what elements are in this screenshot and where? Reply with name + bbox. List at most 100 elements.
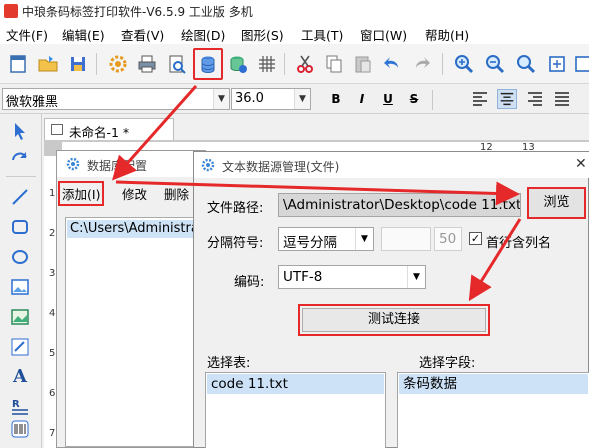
db-button-row: 添加(I) 修改 删除 — [57, 181, 205, 206]
select-field-label: 选择字段: — [419, 356, 476, 371]
print-icon[interactable] — [135, 52, 159, 76]
italic-button[interactable]: I — [352, 89, 372, 109]
ruler-label: 2 — [49, 228, 56, 239]
ruler-label: 6 — [49, 388, 56, 399]
window-tile-icon[interactable] — [572, 52, 589, 76]
rectangle-tool-icon[interactable] — [9, 216, 31, 238]
encoding-label: 编码: — [234, 275, 265, 290]
ruler-label: 4 — [49, 308, 56, 319]
grid-icon[interactable] — [255, 52, 279, 76]
dialog-header: 文本数据源管理(文件) ✕ — [194, 152, 589, 178]
menu-view[interactable]: 查看(V) — [121, 25, 164, 44]
redo-icon[interactable] — [410, 52, 434, 76]
delete-button[interactable]: 删除 — [164, 184, 189, 203]
font-size-select[interactable]: 36.0 ▼ — [231, 88, 311, 110]
strikethrough-button[interactable]: S — [404, 89, 424, 109]
ruler-label: 1 — [49, 188, 56, 199]
fullscreen-icon[interactable] — [545, 52, 569, 76]
app-window: 中琅条码标签打印软件-V6.5.9 工业版 多机 文件(F) 编辑(E) 查看(… — [0, 0, 589, 448]
zoom-out-icon[interactable] — [483, 52, 507, 76]
select-table-label: 选择表: — [207, 356, 251, 371]
barcode-tool-icon[interactable] — [9, 418, 31, 440]
font-family-value: 微软雅黑 — [6, 95, 59, 110]
document-icon — [51, 124, 63, 135]
menu-draw[interactable]: 绘图(D) — [181, 25, 225, 44]
ruler-label: 3 — [49, 268, 56, 279]
column-count-value: 50 — [439, 231, 457, 247]
select-pointer-icon[interactable] — [9, 120, 31, 142]
cut-icon[interactable] — [293, 52, 317, 76]
save-icon[interactable] — [66, 52, 90, 76]
list-item[interactable]: 条码数据 — [399, 374, 588, 394]
paste-icon[interactable] — [351, 52, 375, 76]
app-logo-icon — [4, 4, 18, 18]
align-right-icon[interactable] — [525, 89, 545, 109]
menu-edit[interactable]: 编辑(E) — [62, 25, 105, 44]
left-toolbox: A R — [0, 114, 42, 448]
test-connection-button[interactable]: 测试连接 — [302, 308, 486, 332]
column-count-input[interactable]: 50 — [434, 227, 462, 251]
gear-icon — [65, 156, 81, 172]
table-list[interactable]: code 11.txt — [205, 372, 386, 448]
encoding-select[interactable]: UTF-8 ▼ — [278, 265, 426, 289]
separator-select[interactable]: 逗号分隔 ▼ — [278, 227, 374, 251]
barcode-edit-icon[interactable] — [9, 336, 31, 358]
browse-button[interactable]: 浏览 — [527, 187, 586, 219]
first-row-header-label: 首行含列名 — [486, 236, 552, 251]
window-title: 中琅条码标签打印软件-V6.5.9 工业版 多机 — [22, 5, 253, 19]
image-tool-icon[interactable] — [9, 276, 31, 298]
underline-button[interactable]: U — [378, 89, 398, 109]
text-tool-icon[interactable]: A — [9, 366, 31, 388]
gear-icon — [200, 157, 216, 173]
rich-text-tool-icon[interactable]: R — [9, 396, 31, 418]
zoom-fit-icon[interactable] — [514, 52, 538, 76]
database-connect-icon[interactable] — [226, 52, 250, 76]
new-icon[interactable] — [6, 52, 30, 76]
menu-tools[interactable]: 工具(T) — [301, 25, 343, 44]
separator-value: 逗号分隔 — [283, 235, 337, 251]
ruler-label: 5 — [49, 348, 56, 359]
list-item[interactable]: code 11.txt — [207, 374, 384, 394]
dialog-header: 数据库配置 — [57, 151, 205, 177]
tab-document[interactable]: 未命名-1 * — [44, 118, 174, 140]
file-path-field[interactable]: \Administrator\Desktop\code 11.txt — [278, 193, 521, 217]
undo-icon[interactable] — [380, 52, 404, 76]
add-button[interactable]: 添加(I) — [58, 181, 105, 206]
text-datasource-dialog: 文本数据源管理(文件) ✕ 文件路径: \Administrator\Deskt… — [193, 151, 589, 448]
file-path-label: 文件路径: — [207, 201, 264, 216]
ellipse-tool-icon[interactable] — [9, 246, 31, 268]
line-tool-icon[interactable] — [9, 186, 31, 208]
modify-button[interactable]: 修改 — [122, 184, 147, 203]
file-path-value: \Administrator\Desktop\code 11.txt — [283, 197, 521, 213]
copy-icon[interactable] — [322, 52, 346, 76]
chevron-down-icon: ▼ — [407, 266, 425, 288]
settings-gear-icon[interactable] — [106, 52, 130, 76]
menu-file[interactable]: 文件(F) — [6, 25, 48, 44]
rotate-icon[interactable] — [9, 148, 31, 170]
close-icon[interactable]: ✕ — [575, 156, 587, 172]
chevron-down-icon: ▼ — [294, 89, 310, 109]
font-size-value: 36.0 — [235, 91, 264, 106]
align-left-icon[interactable] — [470, 89, 490, 109]
database-icon[interactable] — [193, 48, 223, 80]
align-justify-icon[interactable] — [552, 89, 572, 109]
dialog-title: 文本数据源管理(文件) — [222, 160, 340, 174]
first-row-header-checkbox[interactable]: ✓ — [469, 232, 482, 245]
custom-separator-input[interactable] — [381, 227, 431, 251]
menu-window[interactable]: 窗口(W) — [360, 25, 407, 44]
print-preview-icon[interactable] — [165, 52, 189, 76]
menu-bar: 文件(F) 编辑(E) 查看(V) 绘图(D) 图形(S) 工具(T) 窗口(W… — [0, 22, 589, 44]
field-list[interactable]: 条码数据 — [397, 372, 589, 448]
align-center-icon[interactable] — [497, 89, 517, 109]
bold-button[interactable]: B — [326, 89, 346, 109]
zoom-in-icon[interactable] — [452, 52, 476, 76]
title-bar: 中琅条码标签打印软件-V6.5.9 工业版 多机 — [0, 0, 589, 22]
font-family-select[interactable]: 微软雅黑 ▼ — [2, 88, 230, 110]
open-icon[interactable] — [36, 52, 60, 76]
toolbar — [0, 44, 589, 84]
picture-tool-icon[interactable] — [9, 306, 31, 328]
menu-shape[interactable]: 图形(S) — [241, 25, 284, 44]
datasource-list[interactable]: C:\Users\Administrator — [65, 217, 217, 447]
format-bar: 微软雅黑 ▼ 36.0 ▼ B I U S — [0, 84, 589, 114]
menu-help[interactable]: 帮助(H) — [425, 25, 469, 44]
